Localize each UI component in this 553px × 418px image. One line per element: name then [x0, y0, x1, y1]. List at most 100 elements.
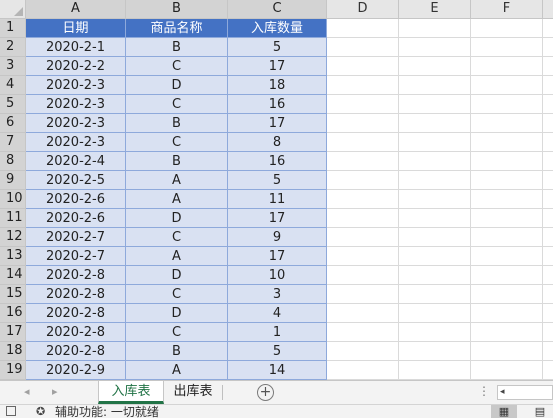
gridline — [470, 19, 471, 380]
cell-product[interactable]: C — [126, 323, 228, 342]
cell-product[interactable]: C — [126, 57, 228, 76]
row-header[interactable]: 2 — [0, 38, 26, 57]
cell-date[interactable]: 2020-2-3 — [26, 114, 126, 133]
column-header-c[interactable]: C — [228, 0, 327, 19]
cell-date[interactable]: 2020-2-8 — [26, 285, 126, 304]
row-header[interactable]: 12 — [0, 228, 26, 247]
cell-quantity[interactable]: 17 — [228, 57, 327, 76]
cell-product[interactable]: D — [126, 76, 228, 95]
cell-quantity[interactable]: 17 — [228, 247, 327, 266]
cell-quantity[interactable]: 4 — [228, 304, 327, 323]
cell-product[interactable]: C — [126, 228, 228, 247]
plus-circle-icon[interactable]: + — [257, 384, 274, 401]
triangle-right-icon[interactable]: ▸ — [52, 385, 58, 398]
sheet-tab-inbound[interactable]: 入库表 — [98, 381, 164, 404]
row-header[interactable]: 7 — [0, 133, 26, 152]
select-all-corner[interactable] — [0, 0, 26, 19]
cell-quantity[interactable]: 16 — [228, 95, 327, 114]
cell-date[interactable]: 2020-2-3 — [26, 76, 126, 95]
cell-date[interactable]: 2020-2-3 — [26, 95, 126, 114]
row-header[interactable]: 10 — [0, 190, 26, 209]
cell-product[interactable]: A — [126, 171, 228, 190]
gridline — [542, 19, 543, 380]
cell-quantity[interactable]: 16 — [228, 152, 327, 171]
column-header-g[interactable] — [543, 0, 553, 19]
gridline — [398, 19, 399, 380]
macro-record-icon[interactable] — [6, 406, 16, 416]
cell-date[interactable]: 2020-2-8 — [26, 266, 126, 285]
row-header[interactable]: 6 — [0, 114, 26, 133]
row-header[interactable]: 18 — [0, 342, 26, 361]
cell-product[interactable]: A — [126, 247, 228, 266]
cell-date[interactable]: 2020-2-9 — [26, 361, 126, 380]
page-layout-view-icon[interactable]: ▤ — [527, 405, 553, 418]
cell-quantity[interactable]: 17 — [228, 114, 327, 133]
vertical-dots-icon[interactable]: ⋮ — [478, 384, 490, 398]
cell-date[interactable]: 2020-2-6 — [26, 190, 126, 209]
row-header[interactable]: 9 — [0, 171, 26, 190]
cell-product[interactable]: B — [126, 114, 228, 133]
cell-quantity[interactable]: 5 — [228, 38, 327, 57]
row-header[interactable]: 1 — [0, 19, 26, 38]
cell-date[interactable]: 2020-2-7 — [26, 228, 126, 247]
cell-quantity[interactable]: 10 — [228, 266, 327, 285]
cell-product[interactable]: A — [126, 361, 228, 380]
cell-quantity[interactable]: 5 — [228, 171, 327, 190]
worksheet-grid[interactable]: A B C D E F 1 2 3 4 5 6 7 8 9 10 11 12 1… — [0, 0, 553, 380]
cell-date[interactable]: 2020-2-4 — [26, 152, 126, 171]
grid-view-icon[interactable]: ▦ — [491, 405, 517, 418]
column-header-e[interactable]: E — [399, 0, 471, 19]
cell-product[interactable]: C — [126, 133, 228, 152]
cell-date[interactable]: 2020-2-3 — [26, 133, 126, 152]
column-header-a[interactable]: A — [26, 0, 126, 19]
cell-product[interactable]: D — [126, 209, 228, 228]
column-header-f[interactable]: F — [471, 0, 543, 19]
cell-date[interactable]: 2020-2-5 — [26, 171, 126, 190]
cell-date[interactable]: 2020-2-8 — [26, 323, 126, 342]
cell-product[interactable]: B — [126, 152, 228, 171]
header-cell-inbound-qty[interactable]: 入库数量 — [228, 19, 327, 38]
cell-quantity[interactable]: 18 — [228, 76, 327, 95]
row-header[interactable]: 13 — [0, 247, 26, 266]
column-header-d[interactable]: D — [327, 0, 399, 19]
cell-quantity[interactable]: 9 — [228, 228, 327, 247]
cell-quantity[interactable]: 5 — [228, 342, 327, 361]
cell-date[interactable]: 2020-2-2 — [26, 57, 126, 76]
cell-date[interactable]: 2020-2-8 — [26, 304, 126, 323]
cell-product[interactable]: A — [126, 190, 228, 209]
header-cell-product-name[interactable]: 商品名称 — [126, 19, 228, 38]
row-header[interactable]: 4 — [0, 76, 26, 95]
row-header[interactable]: 15 — [0, 285, 26, 304]
cell-quantity[interactable]: 14 — [228, 361, 327, 380]
cell-date[interactable]: 2020-2-6 — [26, 209, 126, 228]
cell-quantity[interactable]: 17 — [228, 209, 327, 228]
row-header[interactable]: 8 — [0, 152, 26, 171]
row-header[interactable]: 5 — [0, 95, 26, 114]
row-header[interactable]: 17 — [0, 323, 26, 342]
row-header[interactable]: 16 — [0, 304, 26, 323]
cell-product[interactable]: D — [126, 304, 228, 323]
column-header-b[interactable]: B — [126, 0, 228, 19]
cell-quantity[interactable]: 11 — [228, 190, 327, 209]
header-cell-date[interactable]: 日期 — [26, 19, 126, 38]
horizontal-scrollbar[interactable]: ◂ — [497, 385, 553, 400]
cell-product[interactable]: C — [126, 95, 228, 114]
cell-date[interactable]: 2020-2-7 — [26, 247, 126, 266]
accessibility-icon[interactable]: ✪ — [36, 405, 45, 418]
cell-quantity[interactable]: 1 — [228, 323, 327, 342]
cell-quantity[interactable]: 3 — [228, 285, 327, 304]
row-header[interactable]: 3 — [0, 57, 26, 76]
cell-date[interactable]: 2020-2-1 — [26, 38, 126, 57]
cell-quantity[interactable]: 8 — [228, 133, 327, 152]
scroll-left-arrow-icon[interactable]: ◂ — [500, 387, 505, 397]
cell-product[interactable]: B — [126, 38, 228, 57]
row-header[interactable]: 14 — [0, 266, 26, 285]
row-header[interactable]: 19 — [0, 361, 26, 380]
row-header[interactable]: 11 — [0, 209, 26, 228]
cell-product[interactable]: C — [126, 285, 228, 304]
cell-date[interactable]: 2020-2-8 — [26, 342, 126, 361]
cell-product[interactable]: D — [126, 266, 228, 285]
sheet-tab-outbound[interactable]: 出库表 — [164, 381, 222, 404]
cell-product[interactable]: B — [126, 342, 228, 361]
triangle-left-icon[interactable]: ◂ — [24, 385, 30, 398]
